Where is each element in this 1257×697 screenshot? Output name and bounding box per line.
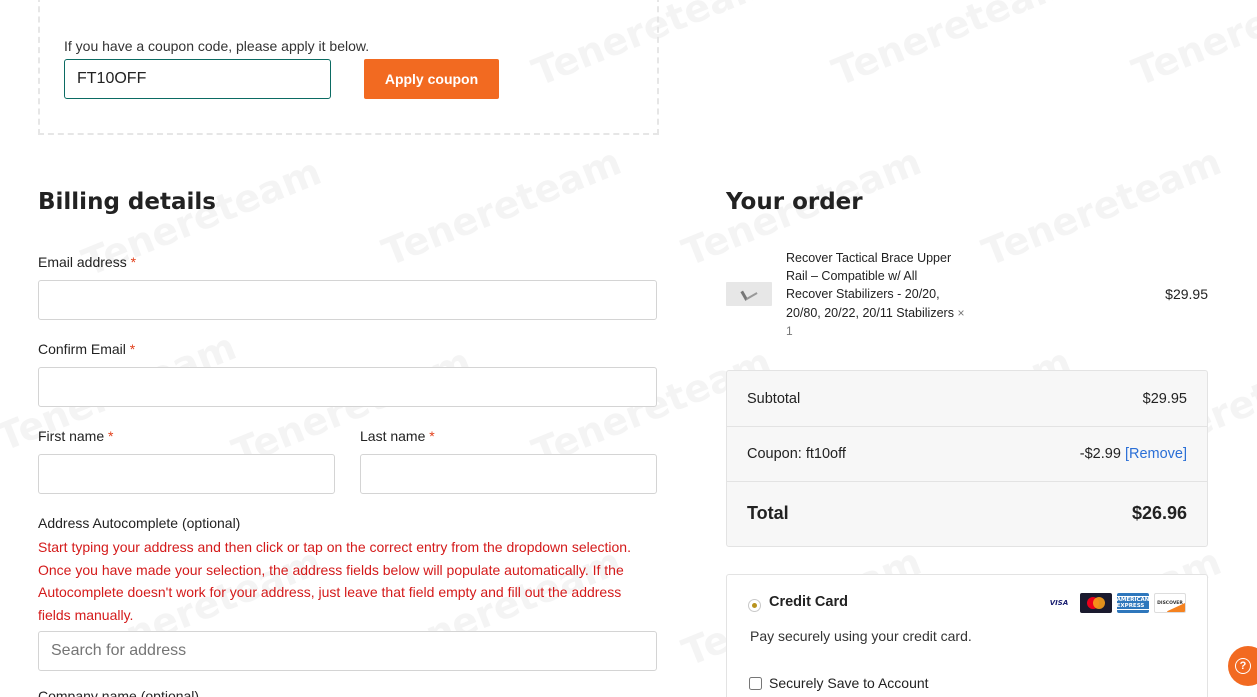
email-field[interactable] bbox=[38, 280, 657, 320]
last-name-label-text: Last name bbox=[360, 428, 426, 444]
email-label: Email address * bbox=[38, 254, 136, 270]
remove-coupon-link[interactable]: [Remove] bbox=[1125, 446, 1187, 462]
card-logos: VISA AMERICAN EXPRESS DISCOVER bbox=[1043, 593, 1186, 613]
required-marker: * bbox=[108, 428, 114, 444]
save-to-account-checkbox[interactable] bbox=[749, 676, 762, 690]
help-button[interactable]: ? bbox=[1228, 646, 1257, 686]
save-to-account-label: Securely Save to Account bbox=[769, 675, 929, 691]
billing-title: Billing details bbox=[38, 189, 216, 215]
subtotal-value: $29.95 bbox=[1142, 391, 1187, 407]
mastercard-icon bbox=[1080, 593, 1112, 613]
required-marker: * bbox=[130, 254, 137, 270]
coupon-code-input[interactable] bbox=[64, 59, 331, 99]
order-item-name-text: Recover Tactical Brace Upper Rail – Comp… bbox=[786, 251, 954, 320]
watermark: Tenereteam bbox=[1126, 0, 1257, 95]
order-totals: Subtotal $29.95 Coupon: ft10off -$2.99 [… bbox=[726, 370, 1208, 547]
required-marker: * bbox=[129, 341, 136, 357]
discover-logo-text: DISCOVER bbox=[1157, 600, 1183, 606]
autocomplete-label: Address Autocomplete (optional) bbox=[38, 515, 241, 531]
coupon-value: -$2.99 bbox=[1079, 446, 1121, 462]
credit-card-label[interactable]: Credit Card bbox=[769, 594, 848, 610]
discover-icon: DISCOVER bbox=[1154, 593, 1186, 613]
order-title: Your order bbox=[726, 189, 863, 215]
confirm-email-label-text: Confirm Email bbox=[38, 341, 126, 357]
coupon-prompt: If you have a coupon code, please apply … bbox=[64, 38, 370, 54]
watermark: Tenereteam bbox=[976, 139, 1227, 275]
watermark: Tenereteam bbox=[826, 0, 1077, 95]
autocomplete-help-text: Start typing your address and then click… bbox=[38, 539, 631, 623]
order-item-name: Recover Tactical Brace Upper Rail – Comp… bbox=[786, 249, 966, 340]
subtotal-row: Subtotal $29.95 bbox=[727, 389, 1207, 409]
order-item-price: $29.95 bbox=[1165, 286, 1208, 302]
amex-logo-text: AMERICAN EXPRESS bbox=[1114, 596, 1152, 610]
first-name-label: First name * bbox=[38, 428, 113, 444]
total-value: $26.96 bbox=[1131, 502, 1187, 523]
total-row: Total $26.96 bbox=[727, 502, 1207, 524]
visa-logo-text: VISA bbox=[1049, 599, 1069, 607]
subtotal-label: Subtotal bbox=[747, 391, 801, 407]
total-label: Total bbox=[747, 502, 789, 523]
address-search-input[interactable] bbox=[38, 631, 657, 671]
credit-card-radio[interactable] bbox=[748, 599, 761, 612]
company-name-label: Company name (optional) bbox=[38, 688, 200, 697]
coupon-discount: -$2.99 [Remove] bbox=[1080, 446, 1187, 462]
last-name-label: Last name * bbox=[360, 428, 435, 444]
payment-method-panel: Credit Card VISA AMERICAN EXPRESS DISCOV… bbox=[726, 574, 1208, 697]
first-name-field[interactable] bbox=[38, 454, 335, 494]
amex-icon: AMERICAN EXPRESS bbox=[1114, 593, 1152, 613]
save-to-account-option[interactable]: Securely Save to Account bbox=[749, 675, 929, 691]
first-name-label-text: First name bbox=[38, 428, 105, 444]
product-thumbnail bbox=[726, 282, 772, 306]
coupon-row: Coupon: ft10off -$2.99 [Remove] bbox=[727, 444, 1207, 464]
last-name-field[interactable] bbox=[360, 454, 657, 494]
visa-icon: VISA bbox=[1043, 593, 1075, 613]
confirm-email-field[interactable] bbox=[38, 367, 657, 407]
coupon-label: Coupon: ft10off bbox=[747, 446, 846, 462]
help-question-icon: ? bbox=[1235, 658, 1251, 674]
email-label-text: Email address bbox=[38, 254, 127, 270]
payment-description: Pay securely using your credit card. bbox=[750, 628, 972, 644]
watermark: Tenereteam bbox=[376, 139, 627, 275]
required-marker: * bbox=[429, 428, 435, 444]
apply-coupon-button[interactable]: Apply coupon bbox=[364, 59, 499, 99]
confirm-email-label: Confirm Email * bbox=[38, 341, 135, 357]
